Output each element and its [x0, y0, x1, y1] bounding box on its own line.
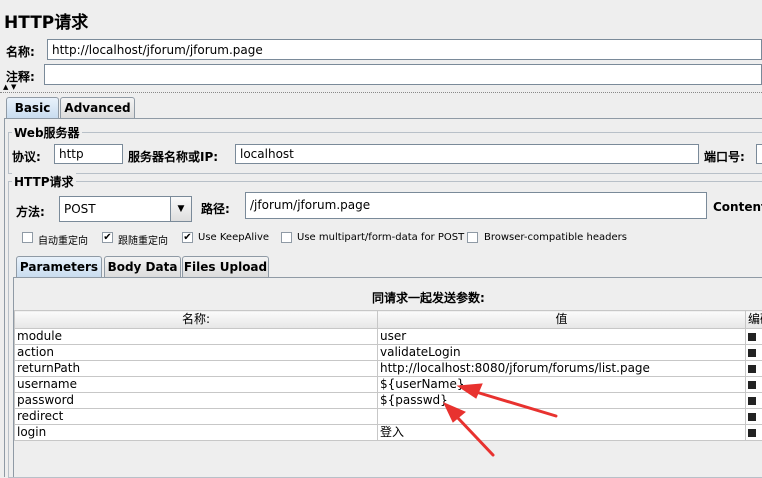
param-name[interactable]: module — [15, 329, 378, 345]
port-label: 端口号: — [704, 148, 745, 165]
param-value[interactable]: 登入 — [378, 425, 746, 441]
param-value[interactable]: user — [378, 329, 746, 345]
tab-basic[interactable]: Basic — [6, 97, 59, 118]
column-header-encode[interactable]: 编码 — [746, 311, 762, 329]
name-label: 名称: — [6, 43, 35, 60]
table-row[interactable]: login 登入 — [15, 425, 762, 441]
method-select[interactable]: POST ▼ — [59, 196, 192, 222]
content-encoding-label: Content e — [713, 200, 762, 214]
collapse-down-icon[interactable]: ▼ — [11, 83, 16, 91]
protocol-field[interactable]: http — [54, 144, 123, 164]
tab-advanced[interactable]: Advanced — [60, 97, 135, 118]
encode-cell[interactable] — [746, 377, 762, 393]
tab-files-upload[interactable]: Files Upload — [182, 256, 269, 277]
server-label: 服务器名称或IP: — [128, 148, 218, 165]
method-label: 方法: — [16, 203, 45, 220]
encode-checkbox[interactable] — [748, 349, 756, 357]
encode-cell[interactable] — [746, 329, 762, 345]
param-value[interactable] — [378, 409, 746, 425]
tab-body-data[interactable]: Body Data — [104, 256, 181, 277]
param-name[interactable]: password — [15, 393, 378, 409]
encode-cell[interactable] — [746, 361, 762, 377]
multipart-checkbox[interactable] — [281, 232, 292, 243]
param-name[interactable]: action — [15, 345, 378, 361]
param-name[interactable]: username — [15, 377, 378, 393]
encode-cell[interactable] — [746, 425, 762, 441]
multipart-label: Use multipart/form-data for POST — [297, 232, 464, 243]
chevron-down-icon[interactable]: ▼ — [170, 197, 191, 221]
follow-redirect-label: 跟随重定向 — [118, 232, 168, 247]
table-row[interactable]: returnPath http://localhost:8080/jforum/… — [15, 361, 762, 377]
server-field[interactable]: localhost — [235, 144, 699, 164]
column-header-value[interactable]: 值 — [378, 311, 746, 329]
param-name[interactable]: login — [15, 425, 378, 441]
protocol-label: 协议: — [12, 148, 41, 165]
port-field[interactable] — [756, 144, 762, 164]
keepalive-label: Use KeepAlive — [198, 232, 269, 243]
encode-checkbox[interactable] — [748, 413, 756, 421]
encode-checkbox[interactable] — [748, 333, 756, 341]
param-value[interactable]: ${userName} — [378, 377, 746, 393]
table-row[interactable]: module user — [15, 329, 762, 345]
collapse-up-icon[interactable]: ▲ — [3, 83, 8, 91]
web-server-title: Web服务器 — [12, 124, 82, 141]
page-title: HTTP请求 — [4, 8, 88, 33]
params-heading: 同请求一起发送参数: — [372, 289, 485, 306]
encode-checkbox[interactable] — [748, 365, 756, 373]
tab-parameters[interactable]: Parameters — [16, 256, 102, 277]
browser-compatible-checkbox[interactable] — [467, 232, 478, 243]
encode-cell[interactable] — [746, 409, 762, 425]
table-row[interactable]: username ${userName} — [15, 377, 762, 393]
follow-redirect-checkbox[interactable]: ✔ — [102, 232, 113, 243]
table-header-row: 名称: 值 编码 — [15, 311, 762, 329]
column-header-name[interactable]: 名称: — [15, 311, 378, 329]
browser-compatible-label: Browser-compatible headers — [484, 232, 627, 243]
param-name[interactable]: returnPath — [15, 361, 378, 377]
splitter[interactable]: ▲ ▼ — [0, 86, 762, 93]
method-value: POST — [64, 202, 96, 216]
param-value[interactable]: validateLogin — [378, 345, 746, 361]
encode-checkbox[interactable] — [748, 429, 756, 437]
param-name[interactable]: redirect — [15, 409, 378, 425]
table-row[interactable]: redirect — [15, 409, 762, 425]
param-value[interactable]: ${passwd} — [378, 393, 746, 409]
encode-cell[interactable] — [746, 345, 762, 361]
auto-redirect-label: 自动重定向 — [38, 232, 88, 247]
encode-checkbox[interactable] — [748, 381, 756, 389]
param-value[interactable]: http://localhost:8080/jforum/forums/list… — [378, 361, 746, 377]
keepalive-checkbox[interactable]: ✔ — [182, 232, 193, 243]
check-icon: ✔ — [183, 232, 191, 243]
table-row[interactable]: password ${passwd} — [15, 393, 762, 409]
encode-checkbox[interactable] — [748, 397, 756, 405]
params-table: 名称: 值 编码 module user action validateLogi… — [14, 310, 762, 441]
http-request-title: HTTP请求 — [12, 173, 76, 190]
encode-cell[interactable] — [746, 393, 762, 409]
path-label: 路径: — [201, 200, 230, 217]
comment-field[interactable] — [44, 64, 762, 85]
auto-redirect-checkbox[interactable] — [22, 232, 33, 243]
table-row[interactable]: action validateLogin — [15, 345, 762, 361]
name-field[interactable]: http://localhost/jforum/jforum.page — [47, 39, 762, 60]
check-icon: ✔ — [103, 232, 111, 243]
path-field[interactable]: /jforum/jforum.page — [245, 192, 707, 219]
